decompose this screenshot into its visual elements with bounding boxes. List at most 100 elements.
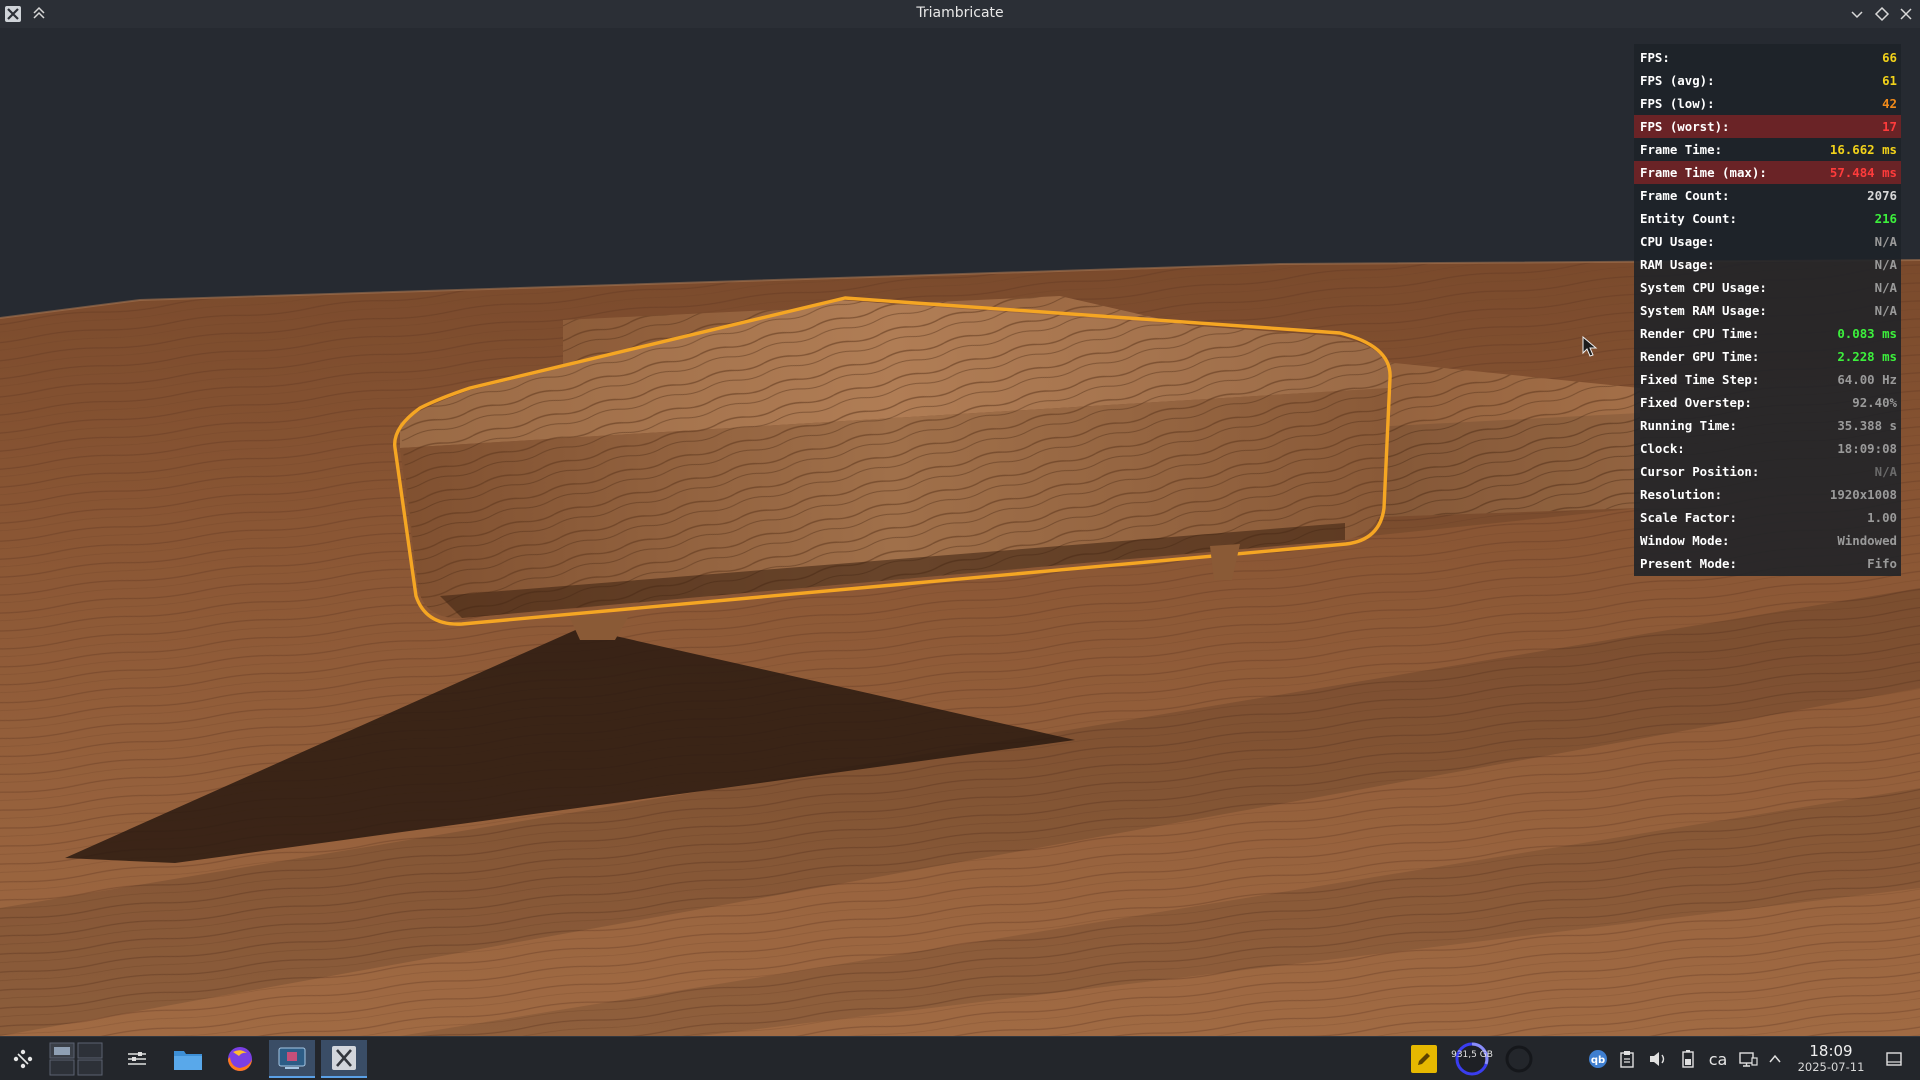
taskbar: 931,5 GB qb ca 18:09 2025-07-11 xyxy=(0,1036,1920,1080)
diagnostic-row: FPS (low): 42 xyxy=(1634,92,1901,115)
tray-disk-usage[interactable]: 931,5 GB xyxy=(1449,1041,1495,1077)
diagnostic-row: RAM Usage: N/A xyxy=(1634,253,1901,276)
diagnostic-row: Resolution: 1920x1008 xyxy=(1634,483,1901,506)
diagnostic-label: Scale Factor: xyxy=(1640,510,1737,525)
pager-icon xyxy=(49,1042,103,1076)
window-title: Triambricate xyxy=(916,5,1004,21)
diagnostic-value: 57.484 ms xyxy=(1829,165,1897,180)
diagnostic-row: System CPU Usage: N/A xyxy=(1634,276,1901,299)
tray-monitor[interactable] xyxy=(1503,1045,1535,1073)
diagnostic-row: System RAM Usage: N/A xyxy=(1634,299,1901,322)
launcher-icon xyxy=(13,1049,33,1069)
diagnostic-value: 42 xyxy=(1882,96,1897,111)
task-triambricate[interactable] xyxy=(321,1040,367,1078)
diagnostic-value: 17 xyxy=(1882,119,1897,134)
diagnostic-value: 92.40% xyxy=(1852,395,1897,410)
diagnostic-row: Entity Count: 216 xyxy=(1634,207,1901,230)
clock-time: 18:09 xyxy=(1809,1042,1853,1060)
diagnostic-label: Window Mode: xyxy=(1640,533,1730,548)
close-button[interactable] xyxy=(1897,5,1915,23)
diagnostic-label: Render CPU Time: xyxy=(1640,326,1760,341)
diagnostic-row: FPS: 66 xyxy=(1634,46,1901,69)
diagnostic-value: 2076 xyxy=(1867,188,1897,203)
tray-qbittorrent[interactable]: qb xyxy=(1587,1045,1609,1073)
diagnostic-row: Render CPU Time: 0.083 ms xyxy=(1634,322,1901,345)
qbittorrent-icon: qb xyxy=(1589,1050,1607,1068)
diagnostic-value: N/A xyxy=(1874,303,1897,318)
diagnostic-label: System CPU Usage: xyxy=(1640,280,1767,295)
minimize-button[interactable] xyxy=(1848,5,1866,23)
diagnostic-label: Frame Count: xyxy=(1640,188,1730,203)
diagnostic-value: 1.00 xyxy=(1867,510,1897,525)
pager-widget[interactable] xyxy=(46,1040,106,1078)
diagnostic-row: Cursor Position: N/A xyxy=(1634,460,1901,483)
diagnostic-value: 16.662 ms xyxy=(1829,142,1897,157)
mouse-cursor xyxy=(1582,335,1598,358)
x-app-icon xyxy=(332,1046,356,1070)
diagnostic-value: 216 xyxy=(1874,211,1897,226)
network-icon xyxy=(1739,1052,1758,1067)
battery-icon xyxy=(1682,1050,1694,1068)
diagnostic-row: Frame Time: 16.662 ms xyxy=(1634,138,1901,161)
diagnostic-row: Present Mode: Fifo xyxy=(1634,552,1901,575)
diagnostic-label: Render GPU Time: xyxy=(1640,349,1760,364)
diagnostic-value: 2.228 ms xyxy=(1837,349,1897,364)
task-firefox[interactable] xyxy=(217,1040,263,1078)
chevron-up-icon xyxy=(1769,1054,1781,1063)
diagnostic-value: N/A xyxy=(1874,257,1897,272)
diagnostic-label: RAM Usage: xyxy=(1640,257,1715,272)
diagnostic-label: Cursor Position: xyxy=(1640,464,1760,479)
game-viewport[interactable] xyxy=(0,28,1920,1036)
task-editor[interactable] xyxy=(269,1040,315,1078)
task-settings[interactable] xyxy=(114,1040,160,1078)
window-titlebar[interactable]: Triambricate xyxy=(0,0,1920,28)
pencil-icon xyxy=(1418,1053,1430,1065)
maximize-button[interactable] xyxy=(1873,5,1891,23)
tray-keyboard-layout[interactable]: ca xyxy=(1704,1045,1732,1073)
diagnostic-label: Resolution: xyxy=(1640,487,1723,502)
sliders-icon xyxy=(128,1052,146,1065)
diagnostic-value: 35.388 s xyxy=(1837,418,1897,433)
diagnostic-value: 61 xyxy=(1882,73,1897,88)
diagnostic-value: Windowed xyxy=(1837,533,1897,548)
desktop-icon xyxy=(1886,1052,1902,1066)
diagnostic-label: FPS (low): xyxy=(1640,96,1715,111)
editor-icon xyxy=(278,1047,306,1069)
diagnostic-row: Clock: 18:09:08 xyxy=(1634,437,1901,460)
diagnostic-label: FPS (worst): xyxy=(1640,119,1730,134)
diagnostic-label: Frame Time (max): xyxy=(1640,165,1767,180)
diagnostic-value: N/A xyxy=(1874,234,1897,249)
diagnostic-row: Frame Count: 2076 xyxy=(1634,184,1901,207)
tray-expand[interactable] xyxy=(1765,1045,1785,1073)
tray-battery[interactable] xyxy=(1678,1045,1698,1073)
diagnostic-row: FPS (worst): 17 xyxy=(1634,115,1901,138)
diagnostic-value: 1920x1008 xyxy=(1829,487,1897,502)
diagnostic-row: Frame Time (max): 57.484 ms xyxy=(1634,161,1901,184)
diagnostic-label: Clock: xyxy=(1640,441,1685,456)
diagnostic-row: Fixed Overstep: 92.40% xyxy=(1634,391,1901,414)
tray-volume[interactable] xyxy=(1647,1045,1669,1073)
clock-date: 2025-07-11 xyxy=(1797,1060,1865,1074)
diagnostic-row: Running Time: 35.388 s xyxy=(1634,414,1901,437)
diagnostic-label: Fixed Time Step: xyxy=(1640,372,1760,387)
scene-render xyxy=(0,28,1920,1036)
diagnostic-row: Window Mode: Windowed xyxy=(1634,529,1901,552)
svg-text:qb: qb xyxy=(1591,1055,1605,1066)
diagnostic-label: FPS: xyxy=(1640,50,1670,65)
task-file-manager[interactable] xyxy=(165,1040,211,1078)
show-desktop-button[interactable] xyxy=(1882,1045,1906,1073)
app-launcher-button[interactable] xyxy=(0,1040,46,1078)
firefox-icon xyxy=(228,1047,252,1071)
diagnostic-label: Fixed Overstep: xyxy=(1640,395,1752,410)
diagnostic-label: System RAM Usage: xyxy=(1640,303,1767,318)
diagnostic-row: Scale Factor: 1.00 xyxy=(1634,506,1901,529)
diagnostic-row: Render GPU Time: 2.228 ms xyxy=(1634,345,1901,368)
tray-notes[interactable] xyxy=(1411,1045,1437,1073)
diagnostic-value: Fifo xyxy=(1867,556,1897,571)
tray-network[interactable] xyxy=(1737,1045,1759,1073)
ring-icon xyxy=(1505,1045,1533,1073)
folder-icon xyxy=(174,1051,202,1070)
diagnostic-value: N/A xyxy=(1874,464,1897,479)
diagnostic-label: CPU Usage: xyxy=(1640,234,1715,249)
tray-clipboard[interactable] xyxy=(1617,1045,1637,1073)
